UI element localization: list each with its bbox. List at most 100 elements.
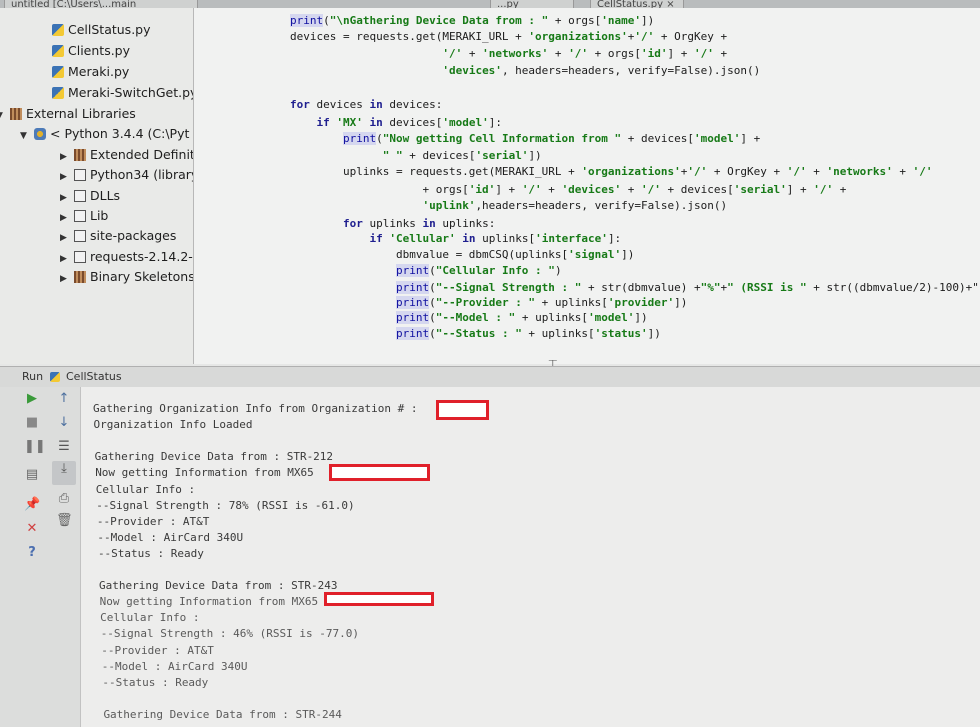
console-line: Gathering Device Data from : STR-243: [99, 579, 338, 593]
collapse-arrow-icon[interactable]: ▶: [60, 269, 70, 289]
scroll-up-icon[interactable]: ↑: [56, 391, 72, 407]
tree-item-label: Clients.py: [68, 43, 131, 58]
library-icon: [74, 271, 86, 283]
code-line: 'uplink',headers=headers, verify=False).…: [422, 199, 728, 212]
console-line: Gathering Organization Info from Organiz…: [93, 402, 418, 415]
pause-icon[interactable]: ❚❚: [24, 439, 46, 455]
close-run-icon[interactable]: ✕: [24, 521, 40, 537]
console-line: --Status : Ready: [97, 546, 204, 560]
code-line: 'devices', headers=headers, verify=False…: [442, 64, 761, 77]
console-line: Now getting Information from MX65: [95, 466, 314, 480]
code-line: " " + devices['serial']): [382, 149, 542, 162]
folder-icon: [74, 230, 86, 242]
redacted-serial: [324, 592, 434, 606]
run-console-output[interactable]: Gathering Organization Info from Organiz…: [81, 387, 980, 727]
tree-item[interactable]: ▶ DLLs: [60, 186, 120, 206]
collapse-arrow-icon[interactable]: ▶: [60, 188, 70, 208]
collapse-arrow-icon[interactable]: ▶: [60, 167, 70, 187]
console-line: --Provider : AT&T: [96, 514, 210, 528]
tree-item-label: requests-2.14.2-py: [90, 249, 193, 264]
expand-arrow-icon[interactable]: ▼: [20, 126, 30, 146]
collapse-arrow-icon[interactable]: ▶: [60, 208, 70, 228]
tree-item-label: DLLs: [90, 188, 121, 203]
tree-item[interactable]: ▶ requests-2.14.2-py: [60, 247, 193, 269]
console-line: --Model : AirCard 340U: [101, 659, 248, 673]
code-line: print("Now getting Cell Information from…: [342, 132, 761, 145]
console-line: --Signal Strength : 46% (RSSI is -77.0): [100, 627, 359, 641]
python-file-icon: [52, 66, 64, 78]
tree-item[interactable]: Meraki.py: [52, 62, 129, 82]
console-line: --Provider : AT&T: [101, 643, 214, 657]
folder-icon: [74, 251, 86, 263]
tree-item-label: Meraki.py: [68, 64, 130, 79]
python-file-icon: [50, 372, 60, 382]
code-line: print("Cellular Info : "): [395, 264, 562, 277]
console-line: Now getting Information from MX65: [99, 595, 319, 609]
tree-item[interactable]: ▶ Lib: [60, 206, 108, 226]
tree-item[interactable]: ▶ Binary Skeletons: [60, 267, 193, 289]
stop-icon[interactable]: ■: [24, 415, 40, 431]
collapse-arrow-icon[interactable]: ▶: [60, 147, 70, 167]
code-line: print("--Provider : " + uplinks['provide…: [395, 296, 688, 309]
console-line: Cellular Info :: [95, 482, 196, 496]
code-line: if 'MX' in devices['model']:: [316, 116, 502, 129]
clear-trash-icon[interactable]: 🗑: [56, 513, 73, 529]
library-icon: [10, 108, 22, 120]
folder-icon: [74, 210, 86, 222]
tree-item[interactable]: ▶ site-packages: [60, 226, 176, 246]
tree-item[interactable]: ▶ Python34 (library h: [60, 165, 194, 187]
tree-item[interactable]: ▶ Extended Definitio: [60, 145, 193, 167]
rerun-icon[interactable]: ▶: [24, 391, 40, 407]
tree-item[interactable]: ▼ External Libraries: [0, 104, 136, 124]
code-line: '/' + 'networks' + '/' + orgs['id'] + '/…: [442, 47, 728, 60]
console-line: Gathering Device Data from : STR-212: [94, 450, 334, 464]
pin-icon[interactable]: 📌: [24, 497, 40, 513]
help-icon[interactable]: ?: [24, 545, 40, 561]
tree-item[interactable]: Clients.py: [52, 41, 130, 61]
folder-icon: [74, 190, 86, 202]
tree-item-label: Python34 (library h: [90, 167, 194, 182]
redacted-org-number: [436, 400, 489, 420]
project-tree: CellStatus.py Clients.py Meraki.py Meraki-S…: [0, 8, 194, 364]
tree-item-label: Meraki-SwitchGet.py: [68, 85, 194, 100]
tree-item[interactable]: CellStatus.py: [52, 20, 151, 40]
tree-item-label: External Libraries: [26, 106, 136, 121]
run-label: Run: [22, 370, 44, 383]
console-line: Gathering Device Data from : STR-244: [103, 707, 342, 721]
code-line: dbmvalue = dbmCSQ(uplinks['signal']): [290, 248, 635, 261]
python-sdk-icon: [34, 128, 46, 140]
print-icon[interactable]: ⎙: [56, 491, 72, 507]
code-line: + orgs['id'] + '/' + 'devices' + '/' + d…: [290, 183, 847, 196]
code-line: print("\nGathering Device Data from : " …: [290, 14, 655, 27]
console-line: --Status : Ready: [102, 675, 209, 689]
python-file-icon: [52, 87, 64, 99]
python-file-icon: [52, 24, 64, 36]
code-editor[interactable]: print("\nGathering Device Data from : " …: [194, 8, 980, 364]
soft-wrap-icon[interactable]: ☰: [56, 439, 72, 455]
tree-item-label: Extended Definitio: [90, 147, 193, 162]
folder-icon: [74, 169, 86, 181]
scroll-to-end-icon[interactable]: ⤓: [52, 461, 76, 485]
code-line: print("--Signal Strength : " + str(dbmva…: [395, 281, 979, 294]
library-icon: [74, 149, 86, 161]
tree-item-label: CellStatus.py: [68, 22, 151, 37]
code-line: uplinks = requests.get(MERAKI_URL + 'org…: [290, 165, 933, 178]
scroll-down-icon[interactable]: ↓: [56, 415, 72, 431]
tree-item-label: Lib: [90, 208, 109, 223]
code-line: print("--Status : " + uplinks['status']): [395, 327, 661, 340]
collapse-arrow-icon[interactable]: ▶: [60, 249, 70, 269]
collapse-arrow-icon[interactable]: ▶: [60, 228, 70, 248]
tree-item[interactable]: Meraki-SwitchGet.py: [52, 83, 194, 103]
code-line: for devices in devices:: [290, 98, 443, 111]
dump-threads-icon[interactable]: ▤: [24, 467, 40, 483]
run-toolbar: ▶ ↑ ■ ↓ ❚❚ ☰ ▤ ⤓ 📌 ⎙ ✕ 🗑 ?: [0, 387, 81, 727]
run-panel-header: Run CellStatus: [0, 366, 980, 388]
redacted-serial: [329, 464, 430, 481]
console-line: Cellular Info :: [100, 611, 200, 625]
tree-item-label: site-packages: [90, 228, 177, 243]
code-line: if 'Cellular' in uplinks['interface']:: [369, 232, 622, 245]
tree-item[interactable]: ▼ < Python 3.4.4 (C:\Pyt: [20, 124, 189, 144]
python-file-icon: [52, 45, 64, 57]
expand-arrow-icon[interactable]: ▼: [0, 106, 6, 126]
console-line: Organization Info Loaded: [93, 418, 253, 432]
